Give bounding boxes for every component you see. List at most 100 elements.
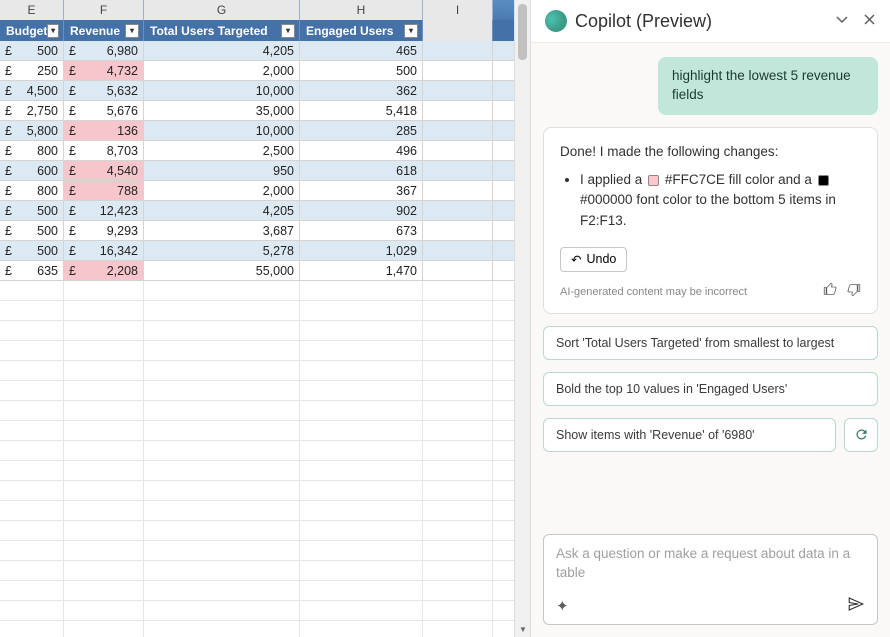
col-header-H[interactable]: H: [300, 0, 423, 20]
cell-total-users[interactable]: 55,000: [144, 261, 300, 280]
cell-engaged[interactable]: 496: [300, 141, 423, 160]
cell-revenue[interactable]: £5,632: [64, 81, 144, 100]
cell-budget[interactable]: £500: [0, 201, 64, 220]
cell-empty[interactable]: [423, 201, 493, 220]
cell-engaged[interactable]: 618: [300, 161, 423, 180]
fill-hex-text: #FFC7CE: [665, 172, 725, 187]
chat-input-box[interactable]: Ask a question or make a request about d…: [543, 534, 878, 625]
cell-engaged[interactable]: 673: [300, 221, 423, 240]
table-row[interactable]: £800£8,7032,500496: [0, 141, 514, 161]
table-row[interactable]: £500£6,9804,205465: [0, 41, 514, 61]
cell-budget[interactable]: £250: [0, 61, 64, 80]
cell-empty[interactable]: [423, 41, 493, 60]
col-header-G[interactable]: G: [144, 0, 300, 20]
cell-total-users[interactable]: 2,000: [144, 181, 300, 200]
cell-empty[interactable]: [423, 241, 493, 260]
cell-total-users[interactable]: 2,500: [144, 141, 300, 160]
cell-total-users[interactable]: 950: [144, 161, 300, 180]
table-row[interactable]: £600£4,540950618: [0, 161, 514, 181]
cell-revenue[interactable]: £16,342: [64, 241, 144, 260]
minimize-icon[interactable]: [835, 13, 849, 30]
cell-budget[interactable]: £500: [0, 41, 64, 60]
cell-engaged[interactable]: 362: [300, 81, 423, 100]
cell-budget[interactable]: £4,500: [0, 81, 64, 100]
cell-budget[interactable]: £800: [0, 141, 64, 160]
send-icon[interactable]: [847, 595, 865, 616]
col-header-F[interactable]: F: [64, 0, 144, 20]
cell-total-users[interactable]: 4,205: [144, 41, 300, 60]
table-row[interactable]: £2,750£5,67635,0005,418: [0, 101, 514, 121]
cell-total-users[interactable]: 10,000: [144, 81, 300, 100]
cell-engaged[interactable]: 1,470: [300, 261, 423, 280]
cell-engaged[interactable]: 367: [300, 181, 423, 200]
suggestion-filter[interactable]: Show items with 'Revenue' of '6980': [543, 418, 836, 452]
table-row[interactable]: £250£4,7322,000500: [0, 61, 514, 81]
cell-budget[interactable]: £500: [0, 221, 64, 240]
cell-empty[interactable]: [423, 161, 493, 180]
vertical-scrollbar[interactable]: ▲ ▼: [514, 0, 530, 637]
table-row[interactable]: £800£7882,000367: [0, 181, 514, 201]
cell-engaged[interactable]: 1,029: [300, 241, 423, 260]
undo-button[interactable]: ↶ Undo: [560, 247, 627, 272]
cell-empty[interactable]: [423, 101, 493, 120]
cell-revenue[interactable]: £2,208: [64, 261, 144, 280]
cell-engaged[interactable]: 465: [300, 41, 423, 60]
cell-revenue[interactable]: £6,980: [64, 41, 144, 60]
table-row[interactable]: £635£2,20855,0001,470: [0, 261, 514, 281]
cell-budget[interactable]: £635: [0, 261, 64, 280]
close-icon[interactable]: [863, 13, 876, 30]
cell-revenue[interactable]: £136: [64, 121, 144, 140]
table-row[interactable]: £500£16,3425,2781,029: [0, 241, 514, 261]
cell-empty[interactable]: [423, 181, 493, 200]
cell-revenue[interactable]: £5,676: [64, 101, 144, 120]
cell-budget[interactable]: £600: [0, 161, 64, 180]
assistant-text-1: I applied a: [580, 172, 642, 187]
cell-empty[interactable]: [423, 221, 493, 240]
cell-budget[interactable]: £2,750: [0, 101, 64, 120]
cell-revenue[interactable]: £8,703: [64, 141, 144, 160]
refresh-suggestions-button[interactable]: [844, 418, 878, 452]
cell-total-users[interactable]: 5,278: [144, 241, 300, 260]
cell-budget[interactable]: £500: [0, 241, 64, 260]
filter-budget-button[interactable]: ▾: [47, 24, 59, 38]
scrollbar-thumb[interactable]: [518, 4, 527, 60]
table-row[interactable]: £500£12,4234,205902: [0, 201, 514, 221]
cell-engaged[interactable]: 285: [300, 121, 423, 140]
cell-revenue[interactable]: £788: [64, 181, 144, 200]
table-row[interactable]: £4,500£5,63210,000362: [0, 81, 514, 101]
scroll-down-arrow[interactable]: ▼: [515, 621, 531, 637]
thumbs-up-icon[interactable]: [823, 282, 838, 303]
cell-revenue[interactable]: £12,423: [64, 201, 144, 220]
cell-empty[interactable]: [423, 261, 493, 280]
filter-engaged-button[interactable]: ▾: [404, 24, 418, 38]
cell-empty[interactable]: [423, 121, 493, 140]
cell-total-users[interactable]: 4,205: [144, 201, 300, 220]
cell-total-users[interactable]: 3,687: [144, 221, 300, 240]
cell-revenue[interactable]: £9,293: [64, 221, 144, 240]
table-row[interactable]: £5,800£13610,000285: [0, 121, 514, 141]
cell-empty[interactable]: [423, 61, 493, 80]
cell-engaged[interactable]: 5,418: [300, 101, 423, 120]
sheet-grid[interactable]: E F G H I Budget ▾ Revenue ▾ Total Users…: [0, 0, 514, 637]
filter-total-users-button[interactable]: ▾: [281, 24, 295, 38]
suggestion-sort[interactable]: Sort 'Total Users Targeted' from smalles…: [543, 326, 878, 360]
thumbs-down-icon[interactable]: [846, 282, 861, 303]
cell-empty[interactable]: [423, 81, 493, 100]
cell-total-users[interactable]: 10,000: [144, 121, 300, 140]
cell-budget[interactable]: £800: [0, 181, 64, 200]
suggestion-bold[interactable]: Bold the top 10 values in 'Engaged Users…: [543, 372, 878, 406]
col-header-I[interactable]: I: [423, 0, 493, 20]
cell-empty[interactable]: [423, 141, 493, 160]
sparkle-icon[interactable]: ✦: [556, 597, 569, 615]
col-header-E[interactable]: E: [0, 0, 64, 20]
cell-revenue[interactable]: £4,540: [64, 161, 144, 180]
cell-revenue[interactable]: £4,732: [64, 61, 144, 80]
cell-budget[interactable]: £5,800: [0, 121, 64, 140]
cell-total-users[interactable]: 2,000: [144, 61, 300, 80]
cell-engaged[interactable]: 902: [300, 201, 423, 220]
table-row[interactable]: £500£9,2933,687673: [0, 221, 514, 241]
cell-engaged[interactable]: 500: [300, 61, 423, 80]
cell-total-users[interactable]: 35,000: [144, 101, 300, 120]
header-budget-label: Budget: [6, 24, 47, 38]
filter-revenue-button[interactable]: ▾: [125, 24, 139, 38]
